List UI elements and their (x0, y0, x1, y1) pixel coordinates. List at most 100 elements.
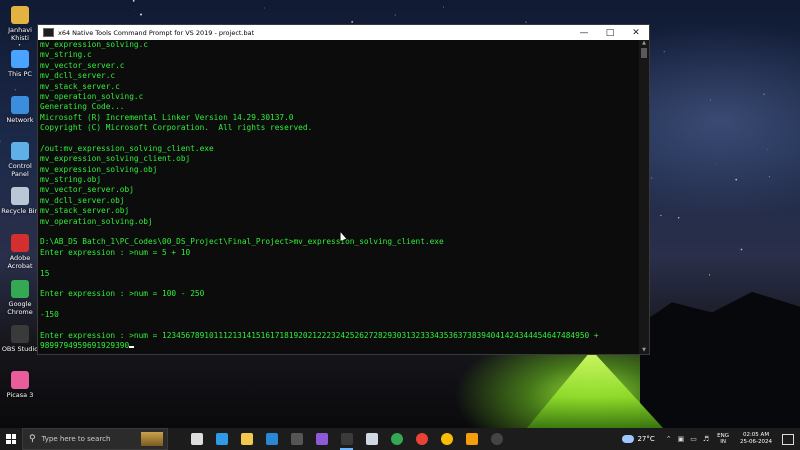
search-highlight-image (141, 432, 163, 446)
star (650, 177, 653, 179)
taskbar-app-chrome-2[interactable] (409, 428, 434, 450)
console-output[interactable]: mv_expression_solving.c mv_string.c mv_vec… (38, 40, 639, 354)
taskbar-app-terminal[interactable] (284, 428, 309, 450)
desktop-icon[interactable]: Janhavi Khisti (0, 6, 40, 42)
desktop-icon[interactable]: Adobe Acrobat (0, 234, 40, 270)
close-button[interactable]: ✕ (623, 25, 649, 40)
desktop-icon-label: OBS Studio (1, 345, 39, 353)
desktop-app-icon (11, 234, 29, 252)
taskbar-search-box[interactable]: ⚲ Type here to search (22, 428, 168, 450)
mountain-silhouette (640, 291, 800, 428)
console-line: mv_operation_solving.c (40, 91, 144, 101)
console-line: mv_expression_solving.c (40, 40, 148, 49)
console-line: mv_vector_server.c (40, 60, 125, 70)
desktop-icon-label: Recycle Bin (1, 207, 39, 215)
desktop-icon[interactable]: OBS Studio (0, 325, 40, 353)
battery-icon[interactable]: ▭ (690, 435, 697, 443)
star (525, 21, 527, 23)
scrollbar-thumb[interactable] (641, 48, 647, 58)
taskbar: ⚲ Type here to search 27°C ⌃ ▣ ▭ ♬ ENG I… (0, 428, 800, 450)
desktop-icon[interactable]: Recycle Bin (0, 187, 40, 215)
star (14, 89, 17, 91)
vscode-icon (265, 433, 278, 445)
taskbar-app-chrome-3[interactable] (434, 428, 459, 450)
chevron-up-icon[interactable]: ⌃ (666, 435, 672, 443)
window-title: x64 Native Tools Command Prompt for VS 2… (58, 28, 255, 37)
desktop-app-icon (11, 50, 29, 68)
notification-icon[interactable] (782, 433, 794, 445)
volume-icon[interactable]: ♬ (703, 435, 709, 443)
star (768, 176, 770, 178)
console-line: mv_expression_solving.obj (40, 164, 158, 174)
desktop-icon-label: Adobe Acrobat (7, 254, 33, 270)
star (18, 44, 21, 46)
edge-icon (215, 433, 228, 445)
taskbar-pinned-apps (184, 428, 509, 450)
taskbar-app-obs[interactable] (484, 428, 509, 450)
maximize-button[interactable]: □ (597, 25, 623, 40)
console-line: Enter expression : >num = 12345678910111… (40, 330, 599, 340)
file-explorer-icon (240, 433, 253, 445)
vertical-scrollbar[interactable]: ▲ ▼ (639, 40, 649, 354)
desktop-icon[interactable]: Google Chrome (0, 280, 40, 316)
console-line: /out:mv_expression_solving_client.exe (40, 143, 214, 153)
clock-time: 02:05 AM (742, 432, 770, 438)
clock-date: 25-06-2024 (740, 439, 772, 445)
taskbar-app-edge[interactable] (209, 428, 234, 450)
taskbar-app-command-prompt[interactable] (334, 428, 359, 450)
taskbar-app-vscode[interactable] (259, 428, 284, 450)
taskbar-app-notepad[interactable] (359, 428, 384, 450)
taskbar-app-sublime[interactable] (459, 428, 484, 450)
network-icon[interactable]: ▣ (678, 435, 685, 443)
console-line: Enter expression : >num = 100 - 250 (40, 289, 205, 299)
desktop-icon[interactable]: Control Panel (0, 142, 40, 178)
language-indicator[interactable]: ENG IN (717, 433, 729, 445)
taskbar-app-chrome[interactable] (384, 428, 409, 450)
search-placeholder: Type here to search (41, 435, 111, 443)
desktop-app-icon (11, 187, 29, 205)
system-tray: 27°C ⌃ ▣ ▭ ♬ ENG IN 02:05 AM 25-06-2024 (622, 428, 800, 450)
terminal-icon (43, 28, 54, 37)
terminal-icon (290, 433, 303, 445)
star (678, 217, 680, 219)
console-line: mv_vector_server.obj (40, 185, 134, 195)
notepad-icon (365, 433, 378, 445)
star (708, 274, 711, 276)
chrome-icon (390, 433, 403, 445)
console-line: Copyright (C) Microsoft Corporation. All… (40, 123, 313, 133)
star (740, 248, 743, 251)
desktop-icon-label: Control Panel (8, 162, 32, 178)
taskbar-app-task-view[interactable] (184, 428, 209, 450)
star (264, 7, 265, 9)
console-line: mv_expression_solving_client.obj (40, 154, 191, 164)
console-line: mv_dcll_server.c (40, 71, 116, 81)
star (132, 0, 135, 2)
command-prompt-window[interactable]: x64 Native Tools Command Prompt for VS 2… (37, 24, 650, 355)
start-button[interactable] (0, 428, 22, 450)
chrome-3-icon (440, 433, 453, 445)
console-line: mv_stack_server.c (40, 81, 120, 91)
star (134, 10, 136, 12)
window-titlebar[interactable]: x64 Native Tools Command Prompt for VS 2… (38, 25, 649, 40)
chrome-2-icon (415, 433, 428, 445)
desktop-icon[interactable]: Network (0, 96, 40, 124)
text-cursor (129, 346, 135, 349)
console-line: 9899794959691929390 (40, 341, 639, 351)
desktop-icon[interactable]: This PC (0, 50, 40, 78)
scroll-up-icon[interactable]: ▲ (639, 40, 649, 47)
scroll-down-icon[interactable]: ▼ (639, 347, 649, 354)
taskbar-app-file-explorer[interactable] (234, 428, 259, 450)
desktop-icon-label: Janhavi Khisti (8, 26, 32, 42)
star (660, 214, 662, 217)
star (767, 148, 768, 150)
star (394, 14, 396, 16)
command-prompt-icon (340, 433, 353, 445)
desktop-icon[interactable]: Picasa 3 (0, 371, 40, 399)
weather-widget[interactable]: 27°C (622, 435, 655, 443)
star (443, 6, 445, 8)
minimize-button[interactable]: — (571, 25, 597, 40)
taskbar-clock[interactable]: 02:05 AM 25-06-2024 (740, 432, 772, 446)
taskbar-app-visual-studio[interactable] (309, 428, 334, 450)
desktop-icon-label: Google Chrome (7, 300, 33, 316)
